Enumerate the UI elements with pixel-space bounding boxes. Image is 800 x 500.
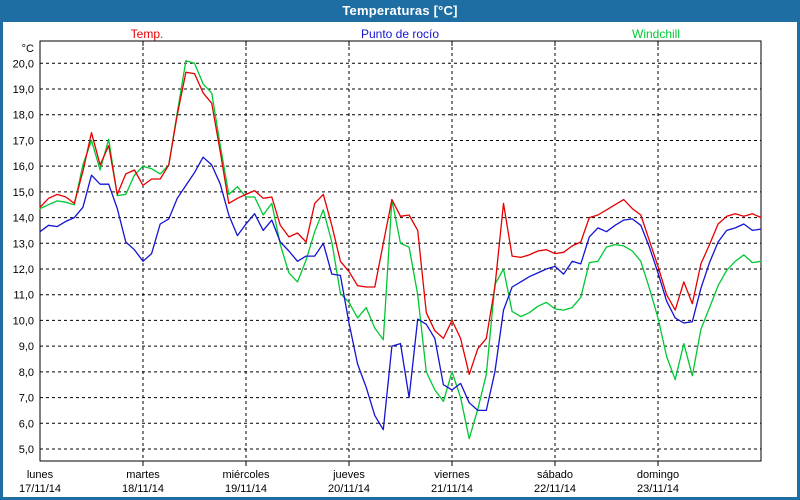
- temperature-chart: °C 20,0 19,0 18,0 17,0 16,0 15,0 14,0 13,0 12,0 11…: [0, 0, 800, 500]
- x-tick-date-label: 21/11/14: [431, 483, 473, 495]
- y-tick-label: 6,0: [19, 418, 34, 430]
- x-tick-day-label: domingo: [637, 469, 679, 481]
- y-tick-label: 19,0: [13, 84, 34, 96]
- y-tick-label: 5,0: [19, 444, 34, 456]
- x-tick-day-label: jueves: [332, 469, 365, 481]
- x-tick-date-label: 22/11/14: [534, 483, 576, 495]
- y-tick-label: 13,0: [13, 238, 34, 250]
- y-tick-label: 17,0: [13, 135, 34, 147]
- x-tick-day-label: martes: [126, 469, 160, 481]
- x-tick-day-label: lunes: [27, 469, 54, 481]
- x-tick-date-label: 23/11/14: [637, 483, 679, 495]
- y-tick-label: 15,0: [13, 187, 34, 199]
- y-tick-label: 8,0: [19, 367, 34, 379]
- x-tick-date-label: 17/11/14: [19, 483, 61, 495]
- y-axis-unit-label: °C: [22, 43, 34, 55]
- y-tick-label: 20,0: [13, 58, 34, 70]
- y-tick-label: 14,0: [13, 213, 34, 225]
- x-tick-date-label: 20/11/14: [328, 483, 370, 495]
- y-tick-label: 9,0: [19, 341, 34, 353]
- series-line-temp: [40, 72, 761, 374]
- y-tick-label: 12,0: [13, 264, 34, 276]
- app-window: Temperaturas [°C] Temp. Punto de rocío W…: [0, 0, 800, 500]
- y-tick-label: 16,0: [13, 161, 34, 173]
- y-tick-label: 7,0: [19, 393, 34, 405]
- x-tick-date-label: 18/11/14: [122, 483, 164, 495]
- y-tick-label: 18,0: [13, 110, 34, 122]
- series-line-dew-point: [40, 157, 761, 430]
- y-tick-label: 11,0: [13, 290, 34, 302]
- x-tick-day-label: sábado: [537, 469, 573, 481]
- window-frame-left: [0, 0, 3, 500]
- x-tick-day-label: viernes: [434, 469, 470, 481]
- y-tick-label: 10,0: [13, 315, 34, 327]
- x-tick-day-label: miércoles: [222, 469, 270, 481]
- x-tick-date-label: 19/11/14: [225, 483, 267, 495]
